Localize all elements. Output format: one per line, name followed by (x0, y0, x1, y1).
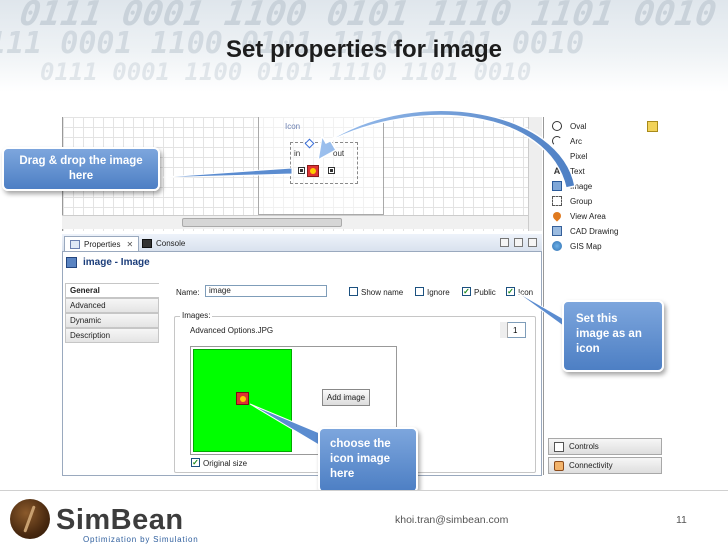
out-port[interactable] (328, 167, 335, 174)
palette-item-label: Text (570, 166, 585, 176)
simbean-logo-icon (10, 499, 50, 539)
gis-map-icon (552, 241, 562, 251)
canvas-scroll-thumb[interactable] (182, 218, 342, 227)
properties-title-text: image - Image (83, 257, 150, 268)
palette-item-label: CAD Drawing (570, 226, 619, 236)
image-file-name: Advanced Options.JPG (190, 326, 274, 335)
pixel-icon (555, 154, 558, 158)
spinner-arrows-icon[interactable] (500, 322, 508, 338)
palette-section-controls[interactable]: Controls (548, 438, 662, 455)
arc-icon (552, 136, 562, 146)
name-field[interactable]: image (205, 285, 327, 297)
image-icon (66, 257, 77, 268)
callout-drag-drop: Drag & drop the image here (2, 147, 160, 191)
palette-item-label: Arc (570, 136, 582, 146)
ignore-checkbox[interactable] (415, 287, 424, 296)
original-size-checkbox[interactable]: ✓ (191, 458, 200, 467)
name-label: Name: (176, 288, 200, 297)
palette-item-label: Image (570, 181, 593, 191)
palette-item-label: GIS Map (570, 241, 602, 251)
in-port[interactable] (298, 167, 305, 174)
controls-icon (554, 442, 564, 452)
group-icon (552, 196, 562, 206)
preview-image-icon (236, 392, 249, 405)
view-area-icon (551, 210, 563, 222)
icon-checkbox[interactable]: ✓ (506, 287, 515, 296)
sidetab-dynamic[interactable]: Dynamic (65, 313, 159, 328)
public-label: Public (474, 288, 496, 297)
footer-email: khoi.tran@simbean.com (395, 514, 509, 526)
callout-set-icon: Set this image as an icon (562, 300, 664, 372)
icon-frame-label: Icon (285, 122, 301, 131)
text-icon: A (553, 166, 561, 176)
palette-item-group[interactable]: Group (552, 194, 592, 208)
brand-tagline: Optimization by Simulation (83, 535, 199, 544)
close-icon[interactable]: ✕ (126, 240, 133, 249)
icon-label: Icon (518, 288, 534, 297)
public-checkbox[interactable]: ✓ (462, 287, 471, 296)
images-legend: Images: (180, 311, 213, 320)
connectivity-icon (554, 461, 564, 471)
tab-console-label: Console (156, 239, 186, 248)
console-icon (142, 239, 152, 248)
palette-item-pixel[interactable]: Pixel (552, 149, 587, 163)
show-name-label: Show name (361, 288, 404, 297)
in-port-label: in (294, 149, 301, 158)
canvas-vertical-scrollbar[interactable] (528, 117, 542, 231)
show-name-checkbox[interactable] (349, 287, 358, 296)
maximize-icon[interactable] (528, 238, 537, 247)
palette-item-label: Group (570, 196, 593, 206)
ignore-label: Ignore (427, 288, 450, 297)
spinner-value: 1 (513, 326, 518, 335)
sidetab-advanced[interactable]: Advanced (65, 298, 159, 313)
palette-section-label: Controls (569, 442, 599, 451)
palette-item-text[interactable]: A Text (552, 164, 585, 178)
palette-item-gis-map[interactable]: GIS Map (552, 239, 602, 253)
tab-console[interactable]: Console (142, 236, 185, 251)
sidetab-general[interactable]: General (65, 283, 159, 298)
sidetab-description[interactable]: Description (65, 328, 159, 343)
dropped-image-icon[interactable] (307, 165, 319, 177)
tab-properties[interactable]: Properties ✕ (64, 236, 140, 251)
original-size-label: Original size (203, 459, 248, 468)
page-number: 11 (676, 514, 687, 526)
palette-item-view-area[interactable]: View Area (551, 209, 606, 223)
minimize-icon[interactable] (514, 238, 523, 247)
properties-icon (70, 239, 80, 249)
canvas-horizontal-scrollbar[interactable] (62, 215, 528, 229)
slide: 0111 0001 1100 0101 1110 1101 0010 0111 … (0, 0, 728, 546)
palette-item-oval[interactable]: Oval (552, 119, 586, 133)
brand-name: SimBean (56, 504, 184, 536)
palette-section-connectivity[interactable]: Connectivity (548, 457, 662, 474)
view-menu-icon[interactable] (500, 238, 509, 247)
slide-title: Set properties for image (225, 36, 503, 63)
palette-item-label: Pixel (570, 151, 588, 161)
properties-title: image - Image (66, 257, 150, 268)
palette-item-label: Oval (570, 121, 587, 131)
cad-drawing-icon (552, 226, 562, 236)
palette-item-image[interactable]: Image (552, 179, 592, 193)
palette-item-cad-drawing[interactable]: CAD Drawing (552, 224, 618, 238)
tab-properties-label: Properties (84, 239, 121, 249)
palette-section-label: Connectivity (569, 461, 613, 470)
edit-icon[interactable] (647, 121, 658, 132)
oval-icon (552, 121, 562, 131)
palette-item-arc[interactable]: Arc (552, 134, 582, 148)
add-image-button[interactable]: Add image (322, 389, 370, 406)
image-icon (552, 181, 562, 191)
callout-choose-icon: choose the icon image here (318, 427, 418, 493)
out-port-label: out (333, 149, 345, 158)
palette-item-label: View Area (570, 211, 606, 221)
